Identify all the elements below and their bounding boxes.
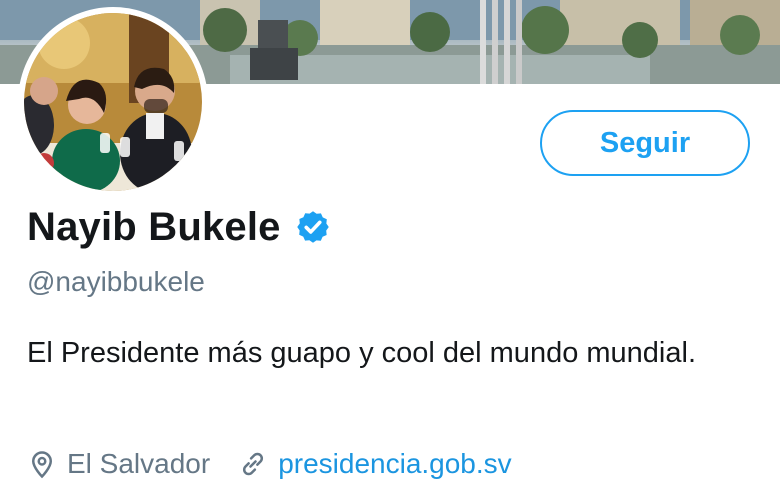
- display-name: Nayib Bukele: [27, 204, 281, 249]
- profile-name-row: Nayib Bukele: [27, 200, 331, 254]
- profile-handle: @nayibbukele: [27, 266, 205, 297]
- follow-button[interactable]: Seguir: [540, 110, 750, 176]
- profile-location: El Salvador: [67, 448, 211, 479]
- profile-website-link[interactable]: presidencia.gob.sv: [278, 448, 511, 480]
- verified-badge-icon: [296, 211, 329, 243]
- profile-meta: El Salvador presidencia.gob.sv: [27, 444, 512, 484]
- profile-bio: El Presidente más guapo y cool del mundo…: [27, 337, 696, 369]
- avatar[interactable]: [24, 13, 202, 191]
